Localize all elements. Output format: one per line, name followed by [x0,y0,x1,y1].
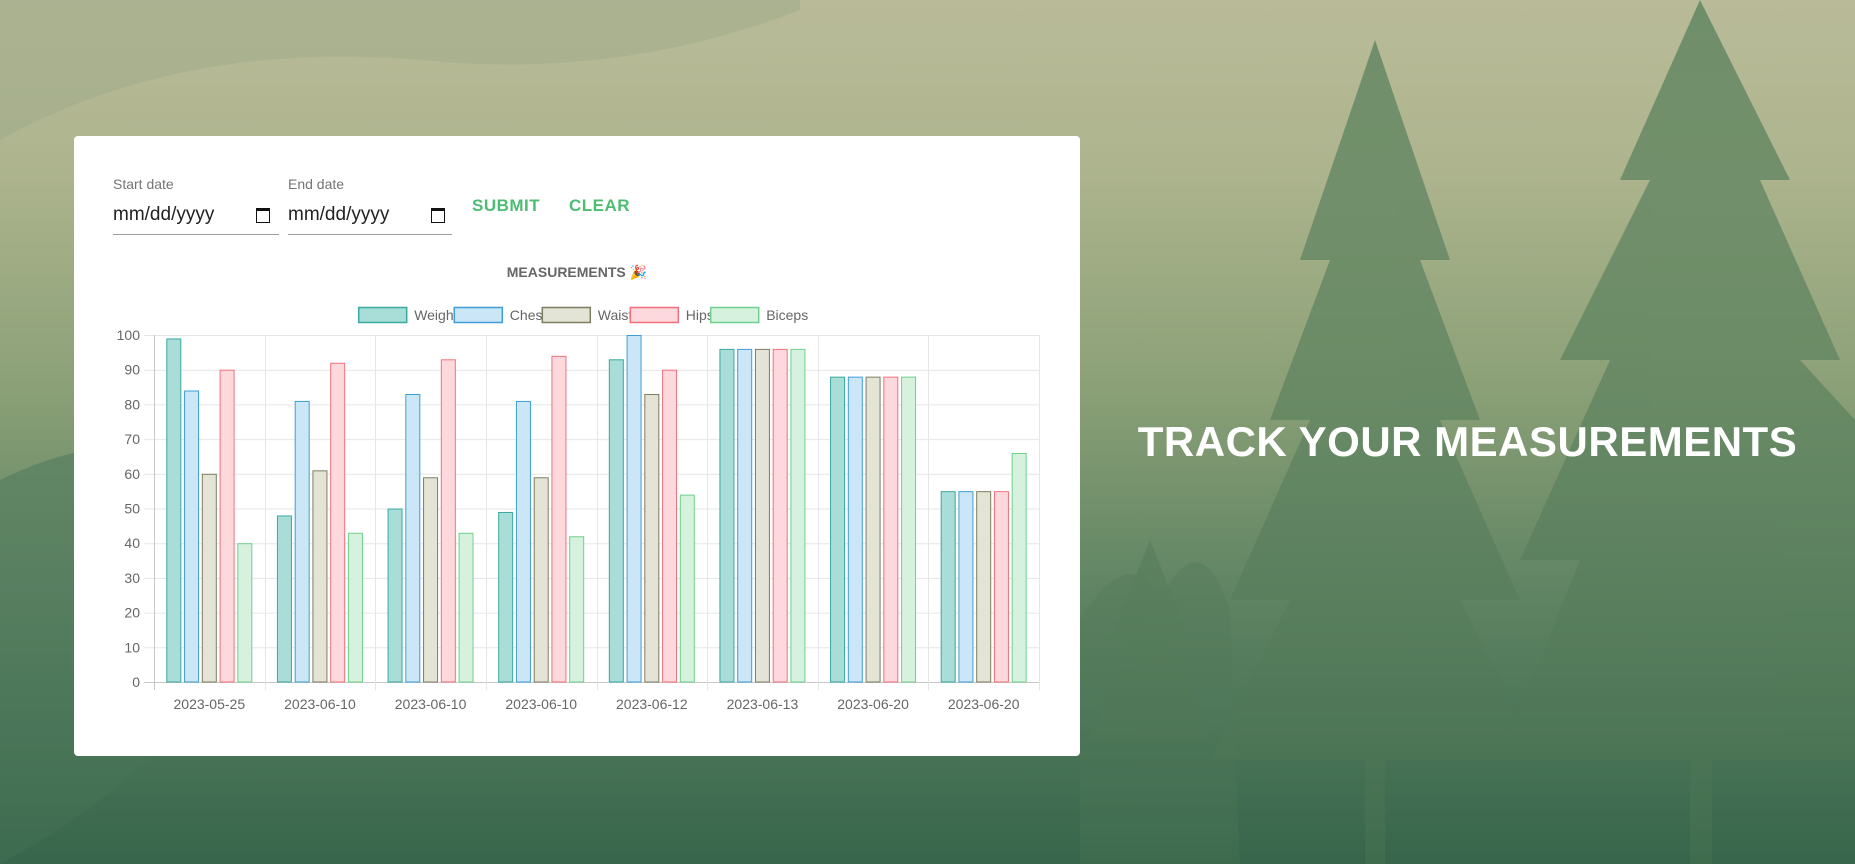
bar-chest [958,491,974,683]
bar-waist [644,393,660,683]
y-tick-label: 90 [124,362,140,378]
bar-hips [330,362,346,683]
x-tick-label: 2023-06-20 [948,696,1020,712]
y-tick-label: 10 [124,639,140,655]
x-tick-label: 2023-06-10 [284,696,356,712]
bar-biceps [458,532,474,683]
bar-waist [312,470,328,683]
bar-hips [993,491,1009,683]
legend-label-biceps: Biceps [766,307,808,323]
y-tick-label: 100 [117,327,141,343]
measurements-bar-chart: 0 10 20 30 40 50 60 70 80 90 100 2023-05-25 2023-06-… [117,306,1040,712]
bar-waist [865,376,881,683]
bar-weight [830,376,846,683]
bar-hips [551,355,567,683]
legend-label-chest: Chest [510,307,547,323]
bar-waist [754,348,770,683]
bar-biceps [569,536,585,683]
legend-label-hips: Hips [686,307,714,323]
y-tick-label: 50 [124,501,140,517]
bar-chest [184,390,200,683]
bar-chest [515,400,531,683]
y-tick-label: 20 [124,605,140,621]
bar-weight [719,348,735,683]
y-tick-label: 60 [124,466,140,482]
bar-biceps [347,532,363,683]
bar-hips [440,359,456,683]
x-tick-label: 2023-05-25 [174,696,246,712]
legend-swatch-chest [453,306,504,324]
x-tick-label: 2023-06-12 [616,696,688,712]
bar-weight [608,359,624,683]
bar-chest [737,348,753,683]
bar-weight [166,338,182,683]
bar-chest [405,393,421,683]
bar-biceps [237,543,253,683]
bar-waist [201,473,217,683]
bar-hips [662,369,678,683]
bar-weight [940,491,956,683]
measurements-card: Start date mm/dd/yyyy End date mm/dd/yyy… [74,136,1080,756]
bar-weight [498,511,514,683]
bar-biceps [901,376,917,683]
legend-label-weight: Weight [414,307,457,323]
bar-biceps [1011,452,1027,683]
bar-weight [387,508,403,683]
x-tick-label: 2023-06-13 [727,696,799,712]
legend-swatch-weight [357,306,408,324]
y-tick-label: 30 [124,570,140,586]
hero-title: TRACK YOUR MEASUREMENTS [1137,418,1798,465]
bar-chest [294,400,310,683]
legend-label-waist: Waist [598,307,633,323]
bar-hips [883,376,899,683]
bar-hips [219,369,235,683]
y-tick-label: 70 [124,431,140,447]
legend-swatch-waist [541,306,592,324]
legend-swatch-biceps [709,306,760,324]
bar-waist [423,477,439,683]
bar-weight [276,515,292,683]
bar-hips [772,348,788,683]
bar-chest [626,335,642,683]
legend-swatch-hips [629,306,680,324]
y-tick-label: 40 [124,535,140,551]
bar-biceps [679,494,695,683]
x-tick-label: 2023-06-20 [837,696,909,712]
bar-biceps [790,348,806,683]
y-tick-label: 80 [124,396,140,412]
bar-chest [847,376,863,683]
y-tick-label: 0 [132,674,140,690]
x-tick-label: 2023-06-10 [395,696,467,712]
bar-waist [533,477,549,683]
bar-waist [976,491,992,683]
x-tick-label: 2023-06-10 [505,696,577,712]
